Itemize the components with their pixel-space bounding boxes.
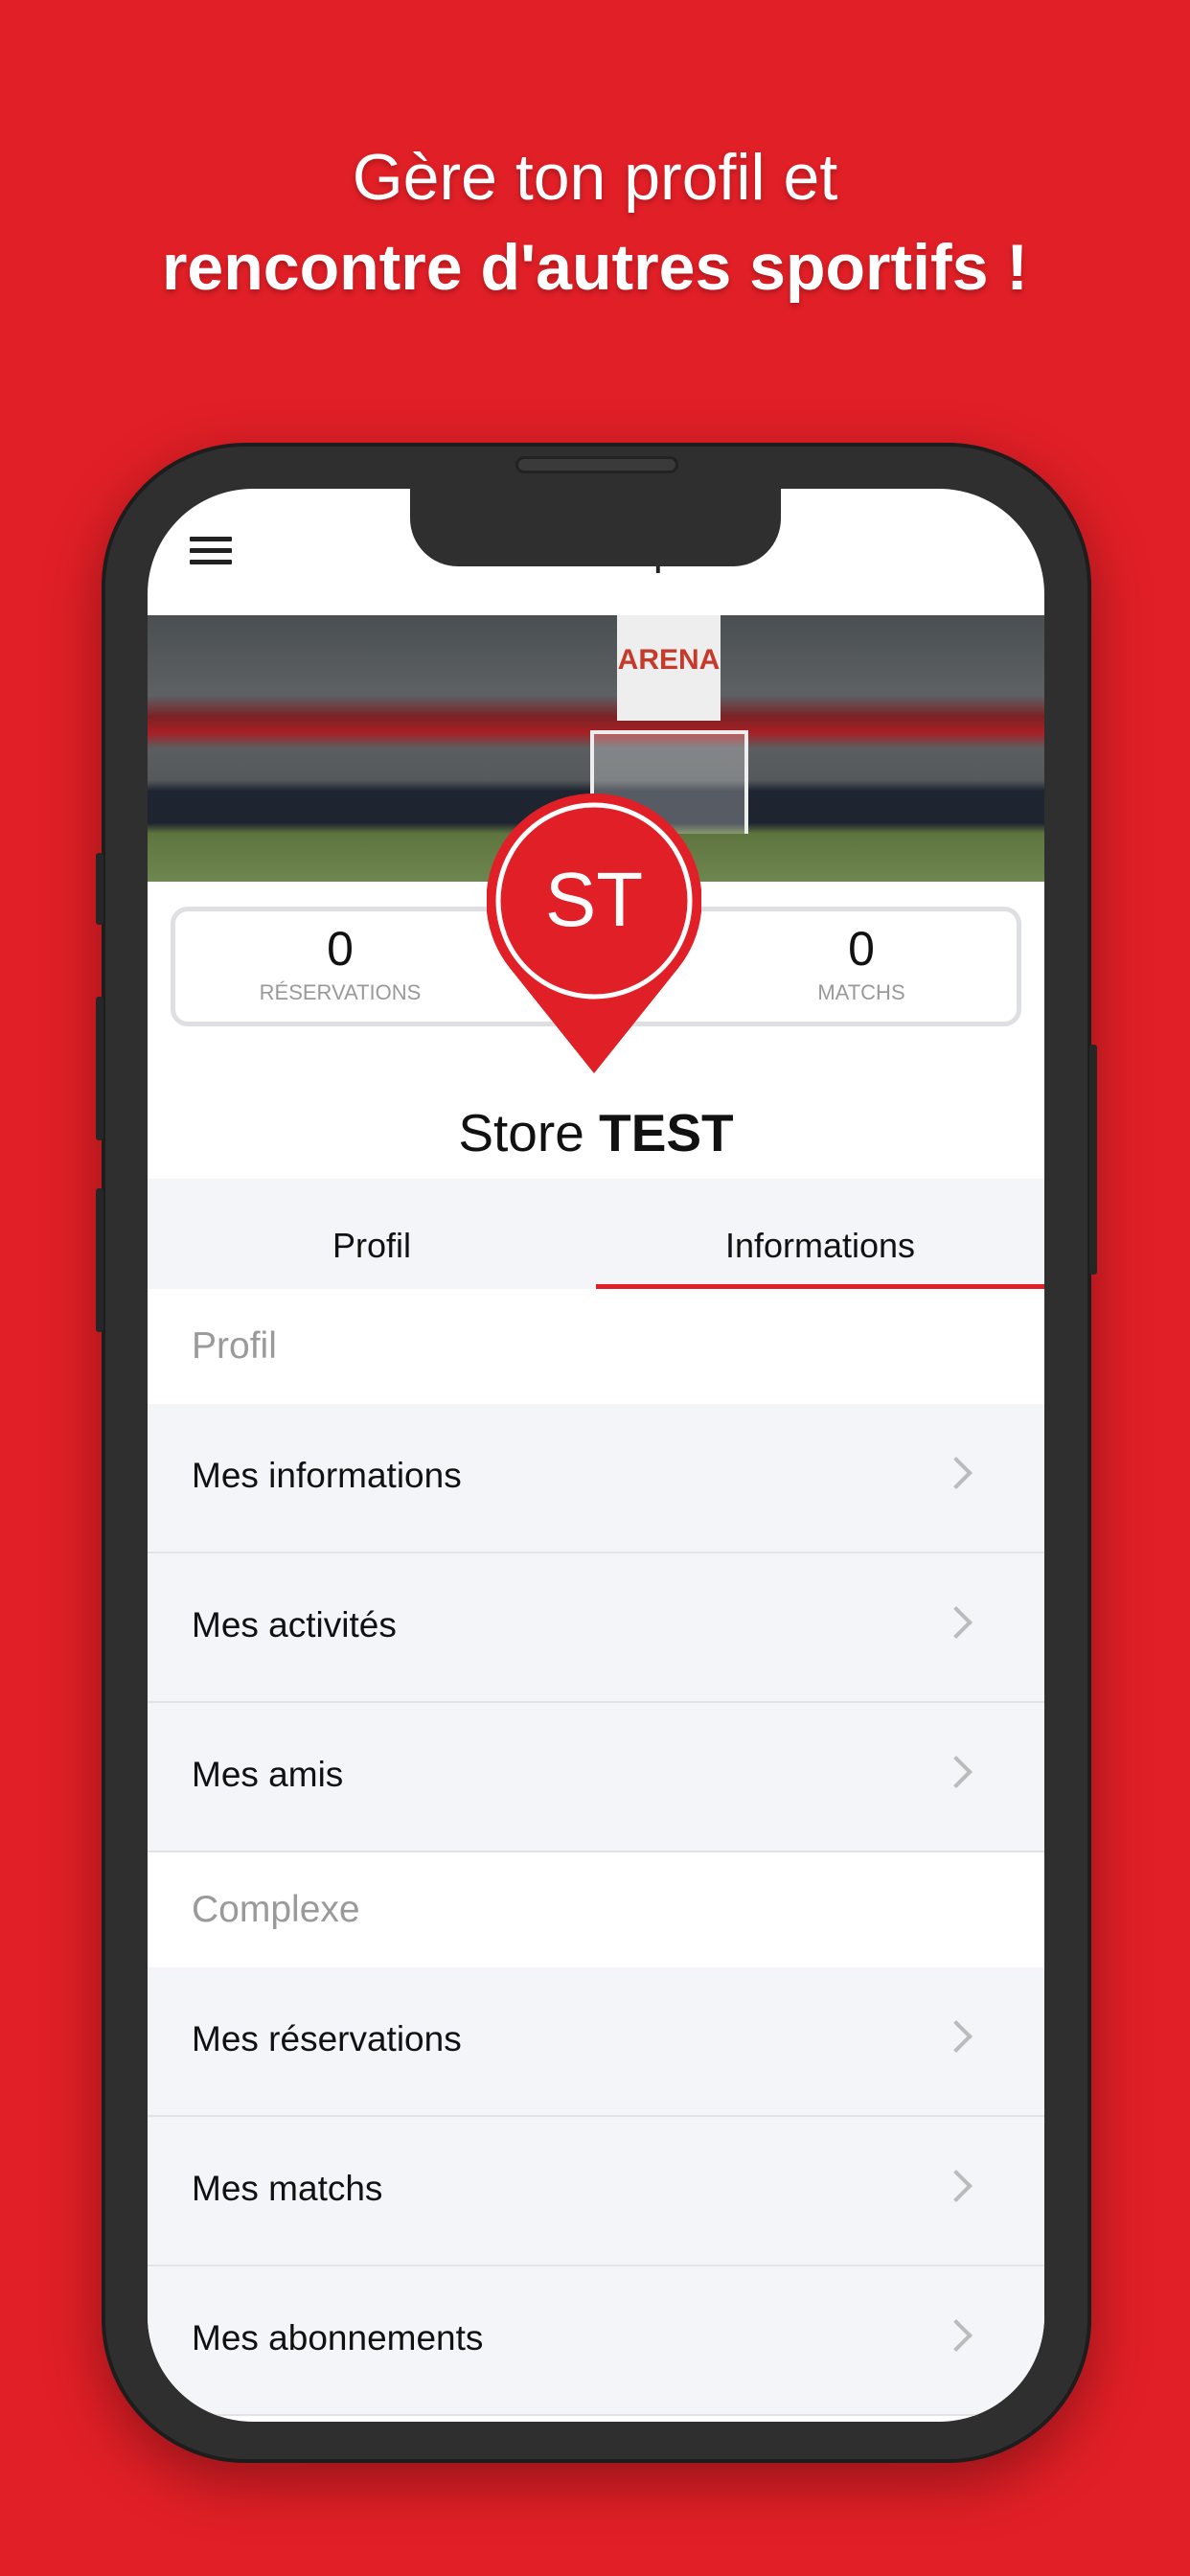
section-header-complexe: Complexe xyxy=(148,1852,1044,1967)
tab-bar: Profil Informations xyxy=(148,1179,1044,1289)
user-name: Store TEST xyxy=(148,1102,1044,1163)
menu-list: Profil Mes informations Mes activités Me… xyxy=(148,1289,1044,2416)
arena-sign: ARENA xyxy=(617,615,721,721)
first-name: Store xyxy=(458,1103,584,1162)
side-button xyxy=(96,853,103,925)
stat-label: MATCHS xyxy=(817,980,905,1004)
chevron-right-icon xyxy=(940,1457,973,1489)
item-label: Mes abonnements xyxy=(192,2318,484,2358)
promo-headline: Gère ton profil et rencontre d'autres sp… xyxy=(0,132,1190,312)
list-item-mes-abonnements[interactable]: Mes abonnements xyxy=(148,2266,1044,2416)
avatar[interactable]: ST xyxy=(487,794,701,1081)
chevron-right-icon xyxy=(940,1756,973,1788)
item-label: Mes informations xyxy=(192,1456,462,1495)
chevron-right-icon xyxy=(940,1606,973,1639)
headline-line1: Gère ton profil et xyxy=(352,141,838,214)
list-item-mes-matchs[interactable]: Mes matchs xyxy=(148,2117,1044,2266)
list-item-mes-reservations[interactable]: Mes réservations xyxy=(148,1967,1044,2117)
chevron-right-icon xyxy=(940,2020,973,2053)
tab-profil[interactable]: Profil xyxy=(148,1179,596,1289)
stat-label: RÉSERVATIONS xyxy=(259,980,422,1004)
avatar-initials: ST xyxy=(545,857,643,942)
list-item-mes-amis[interactable]: Mes amis xyxy=(148,1703,1044,1852)
last-name: TEST xyxy=(599,1103,734,1162)
list-item-mes-informations[interactable]: Mes informations xyxy=(148,1404,1044,1553)
phone-speaker xyxy=(515,456,678,473)
volume-up-button xyxy=(96,997,103,1140)
item-label: Mes matchs xyxy=(192,2169,383,2208)
section-header-profil: Profil xyxy=(148,1289,1044,1404)
app-screen: Mon compte ARENA 0 RÉSERVATIONS 0 MATCHS… xyxy=(148,489,1044,2422)
stat-value: 0 xyxy=(327,922,354,976)
power-button xyxy=(1089,1045,1097,1275)
chevron-right-icon xyxy=(940,2319,973,2352)
headline-line2: rencontre d'autres sportifs ! xyxy=(161,231,1029,304)
phone-notch xyxy=(410,479,781,566)
tab-informations[interactable]: Informations xyxy=(596,1179,1044,1289)
volume-down-button xyxy=(96,1188,103,1332)
item-label: Mes amis xyxy=(192,1755,344,1794)
stat-value: 0 xyxy=(848,922,875,976)
list-item-mes-activites[interactable]: Mes activités xyxy=(148,1553,1044,1703)
item-label: Mes activités xyxy=(192,1605,397,1644)
stat-matchs[interactable]: 0 MATCHS xyxy=(718,921,1005,1005)
stat-reservations[interactable]: 0 RÉSERVATIONS xyxy=(196,921,484,1005)
item-label: Mes réservations xyxy=(192,2019,462,2058)
chevron-right-icon xyxy=(940,2170,973,2202)
